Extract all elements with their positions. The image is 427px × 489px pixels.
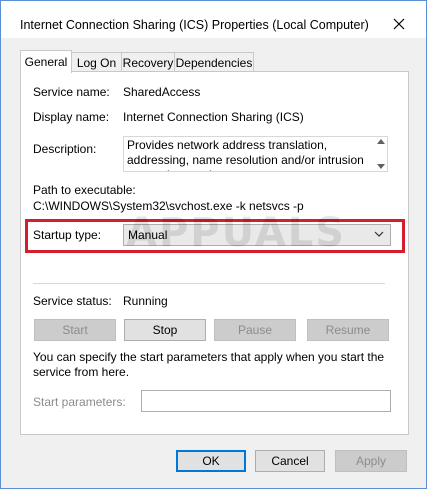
tab-recovery[interactable]: Recovery: [121, 52, 175, 72]
resume-button[interactable]: Resume: [307, 319, 389, 341]
title-bar[interactable]: Internet Connection Sharing (ICS) Proper…: [1, 1, 426, 38]
startup-type-label: Startup type:: [33, 228, 102, 242]
description-label: Description:: [33, 142, 97, 156]
path-value: C:\WINDOWS\System32\svchost.exe -k netsv…: [33, 199, 304, 213]
service-name-label: Service name:: [33, 85, 110, 99]
pause-button[interactable]: Pause: [214, 319, 296, 341]
ok-button[interactable]: OK: [176, 450, 246, 472]
service-name-value: SharedAccess: [123, 85, 201, 99]
start-parameters-label: Start parameters:: [33, 395, 126, 409]
scroll-up-icon[interactable]: [377, 139, 385, 144]
properties-dialog: Internet Connection Sharing (ICS) Proper…: [0, 0, 427, 489]
start-button[interactable]: Start: [34, 319, 116, 341]
start-parameters-input[interactable]: [141, 390, 391, 412]
close-icon: [393, 18, 405, 30]
separator: [33, 283, 385, 284]
stop-button[interactable]: Stop: [124, 319, 206, 341]
description-text: Provides network address translation, ad…: [127, 138, 364, 171]
startup-type-value: Manual: [128, 228, 168, 242]
tab-general[interactable]: General: [20, 50, 72, 73]
chevron-down-icon: [374, 231, 384, 237]
general-tab-panel: Service name: SharedAccess Display name:…: [20, 71, 409, 435]
apply-button[interactable]: Apply: [335, 450, 407, 472]
start-params-info: You can specify the start parameters tha…: [33, 350, 385, 379]
window-title: Internet Connection Sharing (ICS) Proper…: [20, 18, 369, 32]
description-box[interactable]: Provides network address translation, ad…: [123, 136, 388, 172]
tab-log-on[interactable]: Log On: [71, 52, 122, 72]
startup-type-select[interactable]: Manual: [123, 224, 391, 246]
path-label: Path to executable:: [33, 183, 136, 197]
tab-dependencies[interactable]: Dependencies: [174, 52, 254, 72]
display-name-value: Internet Connection Sharing (ICS): [123, 110, 304, 124]
description-scrollbar[interactable]: [374, 136, 388, 172]
scroll-down-icon[interactable]: [377, 164, 385, 169]
service-status-label: Service status:: [33, 294, 112, 308]
cancel-button[interactable]: Cancel: [255, 450, 325, 472]
close-button[interactable]: [379, 11, 419, 37]
display-name-label: Display name:: [33, 110, 110, 124]
service-status-value: Running: [123, 294, 168, 308]
